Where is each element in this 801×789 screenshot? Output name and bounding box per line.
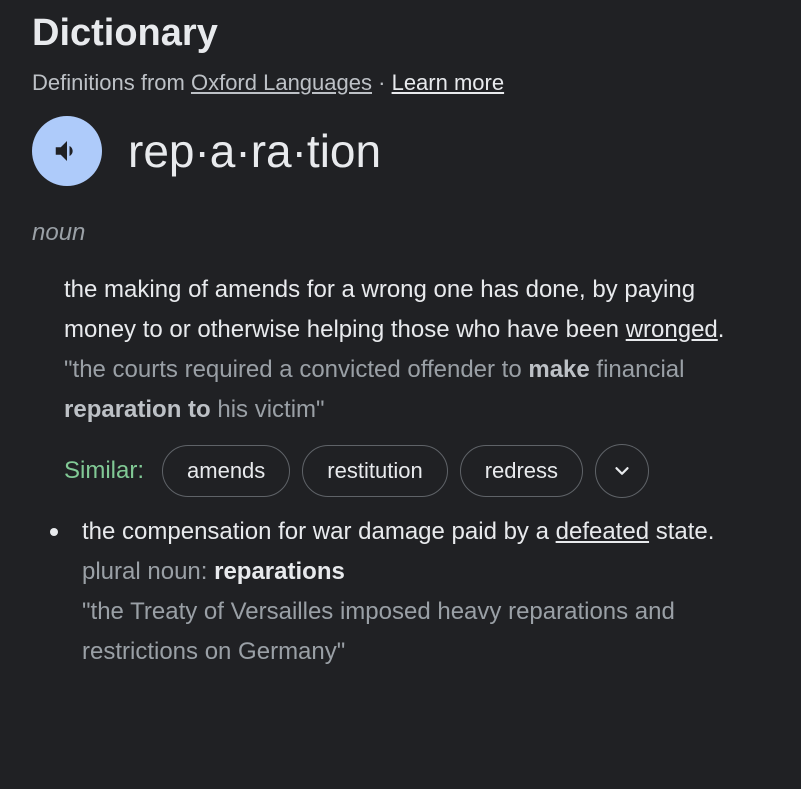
learn-more-link[interactable]: Learn more <box>392 70 505 95</box>
sense-2-definition: the compensation for war damage paid by … <box>82 518 556 545</box>
sense-2: the compensation for war damage paid by … <box>50 512 782 672</box>
source-separator: · <box>378 70 386 95</box>
plural-form: reparations <box>214 558 345 585</box>
part-of-speech: noun <box>32 219 86 246</box>
speaker-icon <box>55 141 73 161</box>
sense-2-example: "the Treaty of Versailles imposed heavy … <box>82 598 675 665</box>
sense-1-definition: the making of amends for a wrong one has… <box>64 276 696 343</box>
oxford-languages-link[interactable]: Oxford Languages <box>191 70 372 95</box>
similar-row: Similar: amends restitution redress <box>64 444 792 498</box>
source-line: Definitions from Oxford Languages · Lear… <box>32 68 792 98</box>
similar-chip-redress[interactable]: redress <box>459 445 584 497</box>
sense-1-example: "the courts required a convicted offende… <box>64 356 685 423</box>
chevron-down-icon <box>615 467 629 475</box>
defeated-link[interactable]: defeated <box>556 518 649 545</box>
bullet-icon <box>50 528 58 536</box>
sense-1: the making of amends for a wrong one has… <box>64 270 764 430</box>
source-prefix: Definitions from <box>32 70 185 95</box>
expand-similar-button[interactable] <box>595 444 650 498</box>
pronunciation-button[interactable] <box>32 116 102 186</box>
similar-chip-restitution[interactable]: restitution <box>302 445 448 497</box>
plural-line: plural noun: reparations <box>82 558 345 585</box>
wronged-link[interactable]: wronged <box>626 316 718 343</box>
dictionary-title: Dictionary <box>32 12 218 54</box>
dictionary-card: Dictionary Definitions from Oxford Langu… <box>32 10 792 672</box>
similar-chip-amends[interactable]: amends <box>162 445 291 497</box>
headword-row: rep·a·ra·tion <box>32 116 792 186</box>
similar-label: Similar: <box>64 457 145 484</box>
headword: rep·a·ra·tion <box>128 125 382 177</box>
